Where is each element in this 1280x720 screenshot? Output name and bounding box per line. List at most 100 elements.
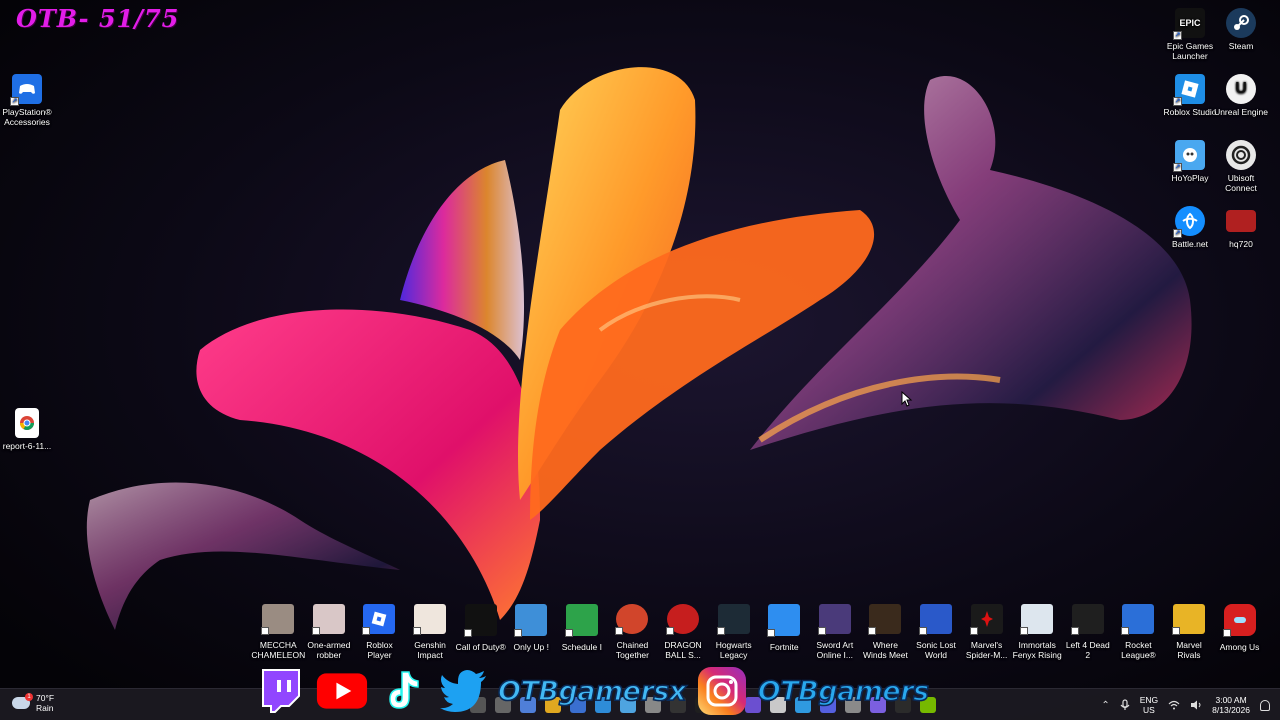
game-label: Rocket League®	[1121, 640, 1156, 660]
game-icon-call-of-duty[interactable]: Call of Duty®	[455, 604, 506, 660]
chevron-up-icon[interactable]: ⌃	[1101, 700, 1109, 711]
game-icon-among-us[interactable]: Among Us	[1214, 604, 1265, 660]
desktop-icon-hq720[interactable]: hq720	[1214, 206, 1268, 249]
game-label: Roblox Player	[366, 640, 393, 660]
language-indicator[interactable]: ENG US	[1140, 695, 1158, 715]
steam-icon	[1226, 8, 1256, 38]
game-label: Call of Duty®	[455, 642, 506, 652]
meccha-chameleon-icon	[261, 604, 295, 635]
desktop-icon-label: Ubisoft Connect	[1225, 173, 1257, 193]
twitter-icon	[440, 665, 488, 717]
one-armed-robber-icon	[311, 604, 345, 635]
ubisoft-connect-icon	[1226, 140, 1256, 170]
roblox-studio-icon: ↗	[1173, 74, 1205, 106]
game-icon-only-up[interactable]: Only Up !	[506, 604, 557, 660]
weather-desc: Rain	[36, 703, 54, 713]
immortals-fenyx-rising-icon	[1020, 604, 1054, 635]
desktop-icon-label: Unreal Engine	[1214, 107, 1268, 117]
game-icon-spider-man[interactable]: Marvel's Spider-M...	[961, 604, 1012, 660]
chained-together-icon	[615, 604, 649, 635]
game-icon-sonic-lost-world[interactable]: Sonic Lost World	[911, 604, 962, 660]
desktop-icon-label: HoYoPlay	[1171, 173, 1209, 183]
desktop-icon-playstation-accessories[interactable]: ↗ PlayStation® Accessories	[0, 74, 54, 127]
game-label: MECCHA CHAMELEON	[251, 640, 306, 660]
dragon-ball-icon	[666, 604, 700, 635]
desktop-icon-ubisoft-connect[interactable]: Ubisoft Connect	[1214, 140, 1268, 193]
game-icon-rocket-league[interactable]: Rocket League®	[1113, 604, 1164, 660]
game-label: DRAGON BALL S...	[664, 640, 702, 660]
battlenet-icon: ↗	[1173, 206, 1205, 238]
game-icon-roblox-player[interactable]: Roblox Player	[354, 604, 405, 660]
playstation-accessories-icon: ↗	[10, 74, 42, 106]
hogwarts-legacy-icon	[716, 604, 750, 635]
desktop-icon-epic-games[interactable]: EPIC ↗ Epic Games Launcher	[1163, 8, 1217, 61]
wifi-icon[interactable]	[1168, 700, 1180, 710]
clock-date: 8/13/2026	[1212, 705, 1250, 715]
mouse-cursor-icon	[901, 391, 913, 407]
game-icon-dragon-ball[interactable]: DRAGON BALL S...	[658, 604, 709, 660]
image-thumbnail-icon	[1226, 210, 1256, 232]
desktop-icon-report[interactable]: report-6-11...	[0, 408, 54, 451]
game-label: Schedule I	[561, 642, 602, 652]
only-up-icon	[514, 604, 548, 637]
desktop-icon-label: PlayStation® Accessories	[2, 107, 52, 127]
game-icon-sword-art-online[interactable]: Sword Art Online I...	[810, 604, 861, 660]
language-code: ENG	[1139, 695, 1159, 705]
game-icon-left-4-dead-2[interactable]: Left 4 Dead 2	[1063, 604, 1114, 660]
roblox-player-icon	[362, 604, 396, 635]
game-label: Immortals Fenyx Rising	[1012, 640, 1062, 660]
game-label: Where Winds Meet	[862, 640, 908, 660]
twitch-icon	[254, 665, 306, 717]
taskbar-clock[interactable]: 3:00 AM 8/13/2026	[1212, 695, 1250, 715]
desktop-icon-label: report-6-11...	[2, 441, 52, 451]
instagram-icon	[696, 665, 748, 717]
game-label: Among Us	[1219, 642, 1260, 652]
game-icon-fortnite[interactable]: Fortnite	[759, 604, 810, 660]
game-label: Sonic Lost World	[916, 640, 956, 660]
game-label: Left 4 Dead 2	[1065, 640, 1110, 660]
social-overlay: OTBgamersx OTBgamers	[254, 662, 930, 720]
desktop-icon-label: Battle.net	[1172, 239, 1208, 249]
rocket-league-icon	[1121, 604, 1155, 635]
youtube-icon	[316, 665, 368, 717]
game-label: Chained Together	[615, 640, 649, 660]
desktop-icon-roblox-studio[interactable]: ↗ Roblox Studio	[1163, 74, 1217, 117]
rain-cloud-icon: 1	[12, 693, 33, 709]
desktop-icon-unreal-engine[interactable]: U Unreal Engine	[1214, 74, 1268, 117]
schedule-i-icon	[564, 604, 598, 637]
hoyoplay-icon: ↗	[1173, 140, 1205, 172]
game-icon-schedule-i[interactable]: Schedule I	[557, 604, 608, 660]
speaker-icon[interactable]	[1190, 700, 1202, 710]
sword-art-online-icon	[817, 604, 851, 635]
game-icon-meccha-chameleon[interactable]: MECCHA CHAMELEON	[251, 604, 306, 660]
game-icon-genshin-impact[interactable]: Genshin Impact	[405, 604, 456, 660]
unreal-engine-icon: U	[1226, 74, 1256, 104]
clock-time: 3:00 AM	[1215, 695, 1247, 705]
microphone-icon[interactable]	[1120, 699, 1130, 711]
game-icon-chained-together[interactable]: Chained Together	[607, 604, 658, 660]
game-label: One-armed robber	[307, 640, 351, 660]
notification-bell-icon[interactable]	[1260, 699, 1270, 711]
game-icon-immortals-fenyx-rising[interactable]: Immortals Fenyx Rising	[1012, 604, 1063, 660]
game-icon-one-armed-robber[interactable]: One-armed robber	[304, 604, 355, 660]
desktop-icon-hoyoplay[interactable]: ↗ HoYoPlay	[1163, 140, 1217, 183]
epic-games-icon: EPIC ↗	[1173, 8, 1205, 40]
game-label: Genshin Impact	[414, 640, 446, 660]
fortnite-icon	[767, 604, 801, 637]
desktop-icon-battlenet[interactable]: ↗ Battle.net	[1163, 206, 1217, 249]
region-code: US	[1143, 705, 1155, 715]
desktop-icon-label: Steam	[1228, 41, 1254, 51]
game-shortcut-row: MECCHA CHAMELEON One-armed robber Roblox…	[251, 604, 1265, 660]
chrome-document-icon	[15, 408, 39, 438]
system-tray: ⌃ ENG US 3:00 AM 8/13/2026	[1101, 689, 1280, 720]
game-icon-marvel-rivals[interactable]: Marvel Rivals	[1164, 604, 1215, 660]
weather-widget[interactable]: 1 70°F Rain	[12, 693, 54, 713]
where-winds-meet-icon	[868, 604, 902, 635]
desktop-icon-label: Epic Games Launcher	[1166, 41, 1214, 61]
game-label: Marvel's Spider-M...	[965, 640, 1008, 660]
desktop-icon-steam[interactable]: Steam	[1214, 8, 1268, 51]
game-icon-hogwarts-legacy[interactable]: Hogwarts Legacy	[708, 604, 759, 660]
instagram-handle: OTBgamers	[757, 675, 930, 708]
game-icon-where-winds-meet[interactable]: Where Winds Meet	[860, 604, 911, 660]
marvel-rivals-icon	[1171, 604, 1205, 635]
